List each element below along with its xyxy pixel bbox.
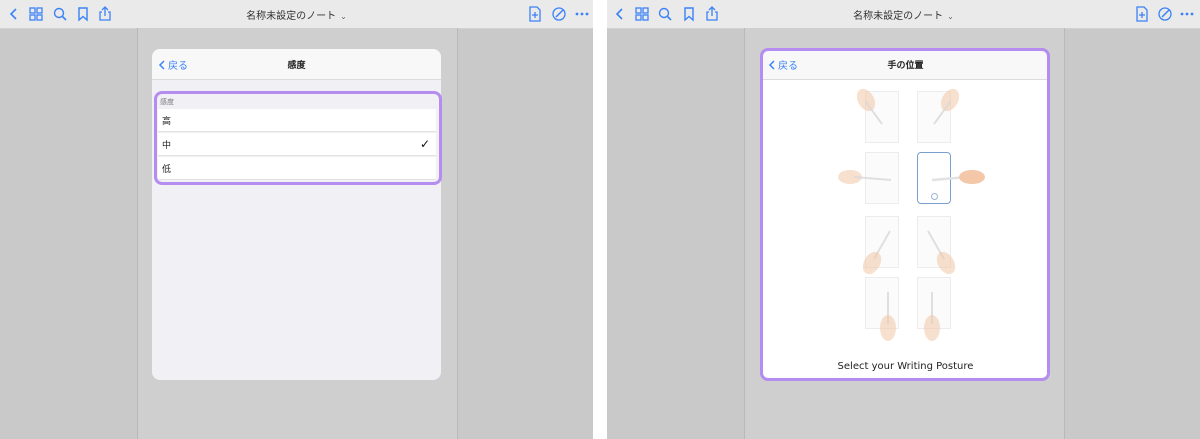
document-title[interactable]: 名称未設定のノート ⌄ <box>0 7 593 22</box>
add-page-icon[interactable] <box>1134 6 1150 22</box>
highlight-frame <box>760 48 1050 381</box>
top-toolbar: 名称未設定のノート ⌄ <box>0 0 593 29</box>
more-icon[interactable] <box>574 6 590 22</box>
left-screenshot: 名称未設定のノート ⌄ 戻る 感度 感度 高 中 ✓ 低 <box>0 0 593 439</box>
chevron-down-icon: ⌄ <box>947 12 954 21</box>
popover-header: 戻る 感度 <box>152 49 441 80</box>
more-icon[interactable] <box>1179 6 1195 22</box>
right-screenshot: 名称未設定のノート ⌄ 戻る 手の位置 Select your Writing … <box>607 0 1200 439</box>
pen-settings-icon[interactable] <box>1157 6 1173 22</box>
document-title-text: 名称未設定のノート <box>853 11 944 22</box>
document-title-text: 名称未設定のノート <box>246 11 337 22</box>
add-page-icon[interactable] <box>527 6 543 22</box>
document-title[interactable]: 名称未設定のノート ⌄ <box>607 7 1200 22</box>
top-toolbar: 名称未設定のノート ⌄ <box>607 0 1200 29</box>
highlight-frame <box>154 91 442 185</box>
pen-settings-icon[interactable] <box>551 6 567 22</box>
chevron-down-icon: ⌄ <box>340 12 347 21</box>
popover-title: 感度 <box>287 61 306 71</box>
